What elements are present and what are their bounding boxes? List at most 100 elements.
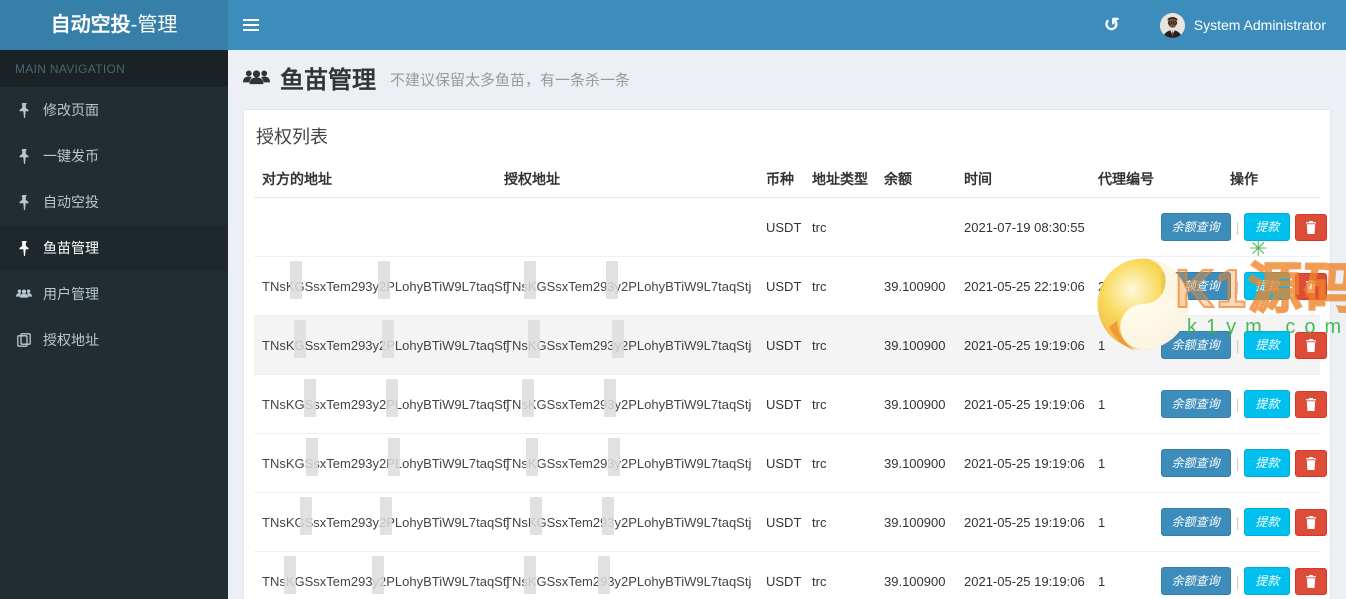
cell-address-type: trc: [804, 492, 876, 552]
delete-button[interactable]: [1295, 449, 1328, 477]
redaction-mask: [598, 556, 610, 594]
sidebar-item-modify-page[interactable]: 修改页面: [0, 87, 228, 133]
cell-coin: USDT: [758, 551, 804, 599]
action-separator: |: [1235, 573, 1240, 589]
cell-agent-id: 1: [1090, 492, 1168, 552]
cell-auth-address: TNsKGSsxTem293y2PLohyBTiW9L7taqStj: [496, 492, 758, 552]
history-icon: ↺: [1103, 14, 1120, 36]
cell-operations: 余额查询 | 提款: [1160, 256, 1328, 316]
balance-query-button[interactable]: 余额查询: [1160, 567, 1231, 595]
sidebar-item-fish-management[interactable]: 鱼苗管理: [0, 225, 228, 271]
cell-balance: 39.100900: [876, 256, 956, 316]
action-separator: |: [1235, 337, 1240, 353]
trash-icon: [1305, 338, 1317, 352]
sidebar-item-label: 修改页面: [43, 102, 99, 118]
history-button[interactable]: ↺: [1090, 0, 1134, 50]
cell-auth-address: TNsKGSsxTem293y2PLohyBTiW9L7taqStj: [496, 315, 758, 375]
cell-address-type: trc: [804, 315, 876, 375]
cell-auth-address: TNsKGSsxTem293y2PLohyBTiW9L7taqStj: [496, 256, 758, 316]
authorization-panel: 授权列表 对方的地址 授权地址 币种 地址类型 余额 时间 代理编号 操作 USDT trc …: [243, 109, 1331, 599]
redaction-mask: [388, 438, 400, 476]
cell-address-type: trc: [804, 433, 876, 493]
cell-auth-address: [496, 198, 758, 257]
sidebar-item-label: 用户管理: [43, 286, 99, 302]
redaction-mask: [526, 438, 538, 476]
sidebar-item-label: 鱼苗管理: [43, 240, 99, 256]
table-row: TNsKGSsxTem293y2PLohyBTiW9L7taqStj TNsKG…: [254, 315, 1328, 375]
cell-balance: [876, 198, 956, 257]
table-header-row: 对方的地址 授权地址 币种 地址类型 余额 时间 代理编号 操作: [254, 161, 1320, 198]
cell-coin: USDT: [758, 256, 804, 316]
column-header-coin: 币种: [758, 161, 804, 198]
cell-operations: 余额查询 | 提款: [1160, 315, 1328, 375]
authorization-table: 对方的地址 授权地址 币种 地址类型 余额 时间 代理编号 操作 USDT trc 2021-…: [254, 161, 1328, 599]
withdraw-button[interactable]: 提款: [1244, 449, 1291, 477]
cell-coin: USDT: [758, 315, 804, 375]
redaction-mask: [528, 320, 540, 358]
cell-time: 2021-05-25 19:19:06: [956, 433, 1090, 493]
cell-auth-address: TNsKGSsxTem293y2PLohyBTiW9L7taqStj: [496, 374, 758, 434]
cell-operations: 余额查询 | 提款: [1160, 492, 1328, 552]
action-separator: |: [1235, 396, 1240, 412]
app-logo-rest: -管理: [130, 14, 178, 36]
withdraw-button[interactable]: 提款: [1244, 331, 1291, 359]
users-icon: [15, 288, 33, 300]
delete-button[interactable]: [1295, 331, 1328, 359]
withdraw-button[interactable]: 提款: [1244, 390, 1291, 418]
sidebar-item-label: 一键发币: [43, 148, 99, 164]
cell-peer-address: TNsKGSsxTem293y2PLohyBTiW9L7taqStj: [254, 551, 509, 599]
balance-query-button[interactable]: 余额查询: [1160, 508, 1231, 536]
navbar: ↺ System Administrator: [228, 0, 1346, 50]
withdraw-button[interactable]: 提款: [1244, 213, 1291, 241]
app-logo[interactable]: 自动空投-管理: [0, 0, 228, 50]
cell-agent-id: 1: [1090, 315, 1168, 375]
delete-button[interactable]: [1295, 390, 1328, 418]
page-heading: 鱼苗管理 不建议保留太多鱼苗，有一条杀一条: [243, 65, 1331, 97]
delete-button[interactable]: [1295, 213, 1328, 241]
trash-icon: [1305, 574, 1317, 588]
cell-time: 2021-05-25 19:19:06: [956, 315, 1090, 375]
cell-address-type: trc: [812, 219, 827, 235]
cell-time: 2021-07-19 08:30:55: [964, 219, 1085, 235]
balance-query-button[interactable]: 余额查询: [1160, 390, 1231, 418]
cell-peer-address: [254, 198, 496, 257]
delete-button[interactable]: [1295, 272, 1328, 300]
withdraw-button[interactable]: 提款: [1244, 567, 1291, 595]
panel-body: 对方的地址 授权地址 币种 地址类型 余额 时间 代理编号 操作 USDT trc 2021-…: [244, 161, 1330, 599]
balance-query-button[interactable]: 余额查询: [1160, 272, 1231, 300]
avatar-image: [1159, 12, 1185, 38]
column-header-time: 时间: [956, 161, 1090, 198]
cell-balance: 39.100900: [876, 433, 956, 493]
column-header-agent-id: 代理编号: [1090, 161, 1168, 198]
table-row: TNsKGSsxTem293y2PLohyBTiW9L7taqStj TNsKG…: [254, 551, 1328, 599]
cell-operations: 余额查询 | 提款: [1160, 374, 1328, 434]
withdraw-button[interactable]: 提款: [1244, 272, 1291, 300]
redaction-mask: [284, 556, 296, 594]
cell-agent-id: 2: [1090, 256, 1168, 316]
sidebar-item-user-management[interactable]: 用户管理: [0, 271, 228, 317]
balance-query-button[interactable]: 余额查询: [1160, 213, 1231, 241]
balance-query-button[interactable]: 余额查询: [1160, 331, 1231, 359]
redaction-mask: [530, 497, 542, 535]
cell-agent-id: [1090, 198, 1168, 257]
cell-balance: 39.100900: [876, 492, 956, 552]
cell-agent-id: 1: [1090, 551, 1168, 599]
withdraw-button[interactable]: 提款: [1244, 508, 1291, 536]
redaction-mask: [372, 556, 384, 594]
sidebar-item-one-click-issue[interactable]: 一键发币: [0, 133, 228, 179]
cell-operations: 余额查询 | 提款: [1160, 433, 1328, 493]
cell-auth-address: TNsKGSsxTem293y2PLohyBTiW9L7taqStj: [496, 551, 758, 599]
sidebar-toggle-button[interactable]: [228, 0, 273, 50]
table-row: USDT trc 2021-07-19 08:30:55 余额查询 | 提款: [254, 198, 1328, 257]
user-menu[interactable]: System Administrator: [1148, 0, 1338, 50]
cell-coin: USDT: [758, 374, 804, 434]
balance-query-button[interactable]: 余额查询: [1160, 449, 1231, 477]
delete-button[interactable]: [1295, 508, 1328, 536]
cell-agent-id: 1: [1090, 374, 1168, 434]
copy-icon: [15, 333, 33, 347]
table-row: TNsKGSsxTem293y2PLohyBTiW9L7taqStj TNsKG…: [254, 433, 1328, 493]
pin-icon: [15, 240, 33, 256]
sidebar-item-auth-address[interactable]: 授权地址: [0, 317, 228, 363]
delete-button[interactable]: [1295, 567, 1328, 595]
sidebar-item-auto-airdrop[interactable]: 自动空投: [0, 179, 228, 225]
